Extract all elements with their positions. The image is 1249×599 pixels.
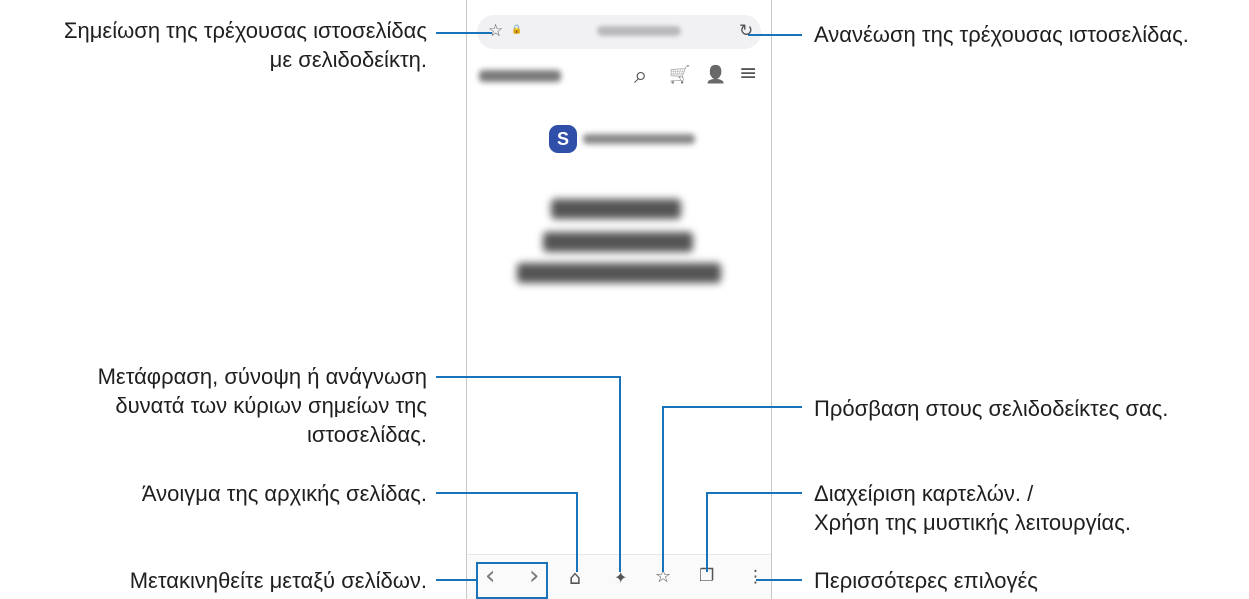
connector-home-h [436,492,578,494]
ai-tools-icon[interactable]: ✦ [614,570,627,586]
menu-icon[interactable]: ≡ [739,63,757,85]
connector-translate-v [619,376,621,572]
url-text[interactable] [597,26,681,36]
connector-tabs-v [706,492,708,572]
connector-translate-h [436,376,621,378]
connector-bookmark [436,32,492,34]
refresh-icon[interactable]: ↻ [739,23,753,40]
search-icon[interactable]: ⌕ [634,63,647,87]
callout-translate: Μετάφραση, σύνοψη ή ανάγνωση δυνατά των … [97,364,427,447]
hero-line-1 [551,199,681,219]
connector-bookmarks-access-v [662,406,664,572]
hero-line-3 [517,263,721,283]
connector-tabs-h [706,492,802,494]
callout-more: Περισσότερες επιλογές [814,568,1038,593]
url-bar[interactable]: ☆ 🔒 ↻ [477,15,761,49]
navigation-highlight-box [476,562,548,599]
connector-more [756,579,802,581]
hero-line-2 [543,232,693,252]
cart-icon[interactable]: 🛒 [669,67,690,84]
connector-navigate [436,579,476,581]
smart-switch-label [583,134,695,144]
callout-tabs: Διαχείριση καρτελών. / Χρήση της μυστική… [814,481,1131,535]
lock-icon: 🔒 [511,25,523,35]
callout-home: Άνοιγμα της αρχικής σελίδας. [141,481,427,506]
callout-bookmarks-access: Πρόσβαση στους σελιδοδείκτες σας. [814,396,1169,421]
callout-refresh: Ανανέωση της τρέχουσας ιστοσελίδας. [814,22,1189,47]
user-icon[interactable]: 👤 [705,67,726,84]
connector-home-v [576,492,578,572]
callout-bookmark: Σημείωση της τρέχουσας ιστοσελίδας με σε… [63,18,427,72]
more-options-icon[interactable]: ⋮ [747,569,764,586]
connector-refresh [748,34,802,36]
connector-bookmarks-access-h [662,406,802,408]
smart-switch-logo-icon: S [549,125,577,153]
callout-navigate: Μετακινηθείτε μεταξύ σελίδων. [129,568,427,593]
site-logo[interactable] [479,70,561,82]
